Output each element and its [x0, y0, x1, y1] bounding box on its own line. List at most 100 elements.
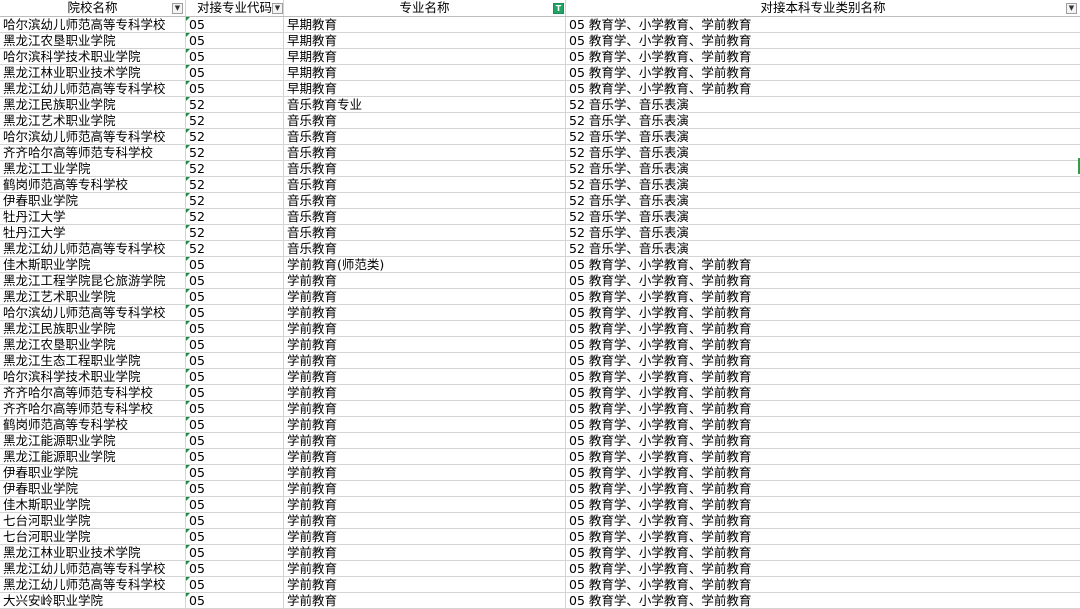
cell-code[interactable]: 05 [186, 321, 284, 336]
cell-code[interactable]: 05 [186, 17, 284, 32]
cell-school[interactable]: 哈尔滨幼儿师范高等专科学校 [0, 129, 186, 144]
cell-major[interactable]: 音乐教育 [284, 113, 566, 128]
cell-category[interactable]: 05 教育学、小学教育、学前教育 [566, 513, 1080, 528]
cell-school[interactable]: 齐齐哈尔高等师范专科学校 [0, 401, 186, 416]
cell-category[interactable]: 05 教育学、小学教育、学前教育 [566, 33, 1080, 48]
cell-category[interactable]: 05 教育学、小学教育、学前教育 [566, 449, 1080, 464]
cell-major[interactable]: 学前教育 [284, 369, 566, 384]
cell-school[interactable]: 哈尔滨幼儿师范高等专科学校 [0, 305, 186, 320]
school-filter-dropdown-icon[interactable]: ▼ [172, 3, 183, 14]
header-cell-code[interactable]: 对接专业代码 ▼ [186, 0, 284, 16]
cell-major[interactable]: 学前教育(师范类) [284, 257, 566, 272]
major-text-filter-icon[interactable]: T [553, 3, 564, 14]
cell-major[interactable]: 早期教育 [284, 81, 566, 96]
category-filter-dropdown-icon[interactable]: ▼ [1066, 3, 1077, 14]
cell-school[interactable]: 黑龙江工程学院昆仑旅游学院 [0, 273, 186, 288]
cell-code[interactable]: 52 [186, 113, 284, 128]
cell-major[interactable]: 早期教育 [284, 49, 566, 64]
cell-category[interactable]: 52 音乐学、音乐表演 [566, 129, 1080, 144]
cell-major[interactable]: 早期教育 [284, 17, 566, 32]
cell-major[interactable]: 学前教育 [284, 529, 566, 544]
cell-category[interactable]: 05 教育学、小学教育、学前教育 [566, 257, 1080, 272]
cell-major[interactable]: 学前教育 [284, 289, 566, 304]
cell-major[interactable]: 学前教育 [284, 305, 566, 320]
cell-major[interactable]: 早期教育 [284, 33, 566, 48]
cell-code[interactable]: 05 [186, 289, 284, 304]
cell-major[interactable]: 学前教育 [284, 433, 566, 448]
cell-category[interactable]: 05 教育学、小学教育、学前教育 [566, 561, 1080, 576]
cell-school[interactable]: 伊春职业学院 [0, 193, 186, 208]
cell-code[interactable]: 05 [186, 337, 284, 352]
cell-category[interactable]: 52 音乐学、音乐表演 [566, 161, 1080, 176]
cell-school[interactable]: 佳木斯职业学院 [0, 257, 186, 272]
cell-school[interactable]: 哈尔滨科学技术职业学院 [0, 369, 186, 384]
cell-major[interactable]: 学前教育 [284, 385, 566, 400]
cell-school[interactable]: 佳木斯职业学院 [0, 497, 186, 512]
cell-code[interactable]: 05 [186, 369, 284, 384]
cell-school[interactable]: 黑龙江农垦职业学院 [0, 33, 186, 48]
cell-code[interactable]: 05 [186, 577, 284, 592]
cell-school[interactable]: 齐齐哈尔高等师范专科学校 [0, 385, 186, 400]
cell-code[interactable]: 05 [186, 513, 284, 528]
cell-code[interactable]: 05 [186, 465, 284, 480]
cell-major[interactable]: 学前教育 [284, 401, 566, 416]
cell-school[interactable]: 黑龙江林业职业技术学院 [0, 65, 186, 80]
cell-category[interactable]: 05 教育学、小学教育、学前教育 [566, 497, 1080, 512]
cell-category[interactable]: 05 教育学、小学教育、学前教育 [566, 529, 1080, 544]
cell-category[interactable]: 05 教育学、小学教育、学前教育 [566, 465, 1080, 480]
cell-category[interactable]: 52 音乐学、音乐表演 [566, 145, 1080, 160]
cell-school[interactable]: 黑龙江幼儿师范高等专科学校 [0, 561, 186, 576]
cell-school[interactable]: 牡丹江大学 [0, 209, 186, 224]
cell-code[interactable]: 05 [186, 65, 284, 80]
cell-school[interactable]: 黑龙江幼儿师范高等专科学校 [0, 241, 186, 256]
cell-school[interactable]: 黑龙江林业职业技术学院 [0, 545, 186, 560]
cell-category[interactable]: 52 音乐学、音乐表演 [566, 225, 1080, 240]
cell-category[interactable]: 05 教育学、小学教育、学前教育 [566, 337, 1080, 352]
cell-major[interactable]: 音乐教育 [284, 209, 566, 224]
cell-category[interactable]: 05 教育学、小学教育、学前教育 [566, 593, 1080, 608]
cell-school[interactable]: 齐齐哈尔高等师范专科学校 [0, 145, 186, 160]
cell-category[interactable]: 52 音乐学、音乐表演 [566, 241, 1080, 256]
cell-school[interactable]: 黑龙江能源职业学院 [0, 433, 186, 448]
cell-school[interactable]: 黑龙江幼儿师范高等专科学校 [0, 577, 186, 592]
cell-category[interactable]: 05 教育学、小学教育、学前教育 [566, 577, 1080, 592]
cell-category[interactable]: 05 教育学、小学教育、学前教育 [566, 417, 1080, 432]
cell-school[interactable]: 伊春职业学院 [0, 481, 186, 496]
cell-school[interactable]: 鹤岗师范高等专科学校 [0, 417, 186, 432]
cell-major[interactable]: 音乐教育 [284, 241, 566, 256]
header-cell-school[interactable]: 院校名称 ▼ [0, 0, 186, 16]
cell-code[interactable]: 05 [186, 401, 284, 416]
cell-category[interactable]: 52 音乐学、音乐表演 [566, 193, 1080, 208]
cell-school[interactable]: 黑龙江艺术职业学院 [0, 113, 186, 128]
cell-code[interactable]: 52 [186, 241, 284, 256]
cell-code[interactable]: 52 [186, 161, 284, 176]
cell-school[interactable]: 黑龙江民族职业学院 [0, 97, 186, 112]
cell-category[interactable]: 05 教育学、小学教育、学前教育 [566, 545, 1080, 560]
cell-code[interactable]: 05 [186, 273, 284, 288]
cell-category[interactable]: 05 教育学、小学教育、学前教育 [566, 481, 1080, 496]
cell-major[interactable]: 学前教育 [284, 577, 566, 592]
cell-major[interactable]: 学前教育 [284, 497, 566, 512]
cell-code[interactable]: 05 [186, 33, 284, 48]
cell-school[interactable]: 七台河职业学院 [0, 513, 186, 528]
cell-major[interactable]: 音乐教育 [284, 177, 566, 192]
cell-school[interactable]: 黑龙江民族职业学院 [0, 321, 186, 336]
cell-category[interactable]: 52 音乐学、音乐表演 [566, 113, 1080, 128]
cell-major[interactable]: 学前教育 [284, 561, 566, 576]
cell-school[interactable]: 鹤岗师范高等专科学校 [0, 177, 186, 192]
cell-category[interactable]: 05 教育学、小学教育、学前教育 [566, 305, 1080, 320]
cell-category[interactable]: 05 教育学、小学教育、学前教育 [566, 273, 1080, 288]
cell-code[interactable]: 52 [186, 145, 284, 160]
cell-code[interactable]: 52 [186, 193, 284, 208]
cell-code[interactable]: 52 [186, 97, 284, 112]
cell-major[interactable]: 音乐教育 [284, 161, 566, 176]
header-cell-major[interactable]: 专业名称 T [284, 0, 566, 16]
cell-major[interactable]: 学前教育 [284, 545, 566, 560]
cell-code[interactable]: 05 [186, 257, 284, 272]
cell-code[interactable]: 52 [186, 209, 284, 224]
cell-code[interactable]: 05 [186, 353, 284, 368]
cell-code[interactable]: 05 [186, 529, 284, 544]
cell-major[interactable]: 学前教育 [284, 273, 566, 288]
cell-category[interactable]: 05 教育学、小学教育、学前教育 [566, 369, 1080, 384]
cell-category[interactable]: 05 教育学、小学教育、学前教育 [566, 65, 1080, 80]
